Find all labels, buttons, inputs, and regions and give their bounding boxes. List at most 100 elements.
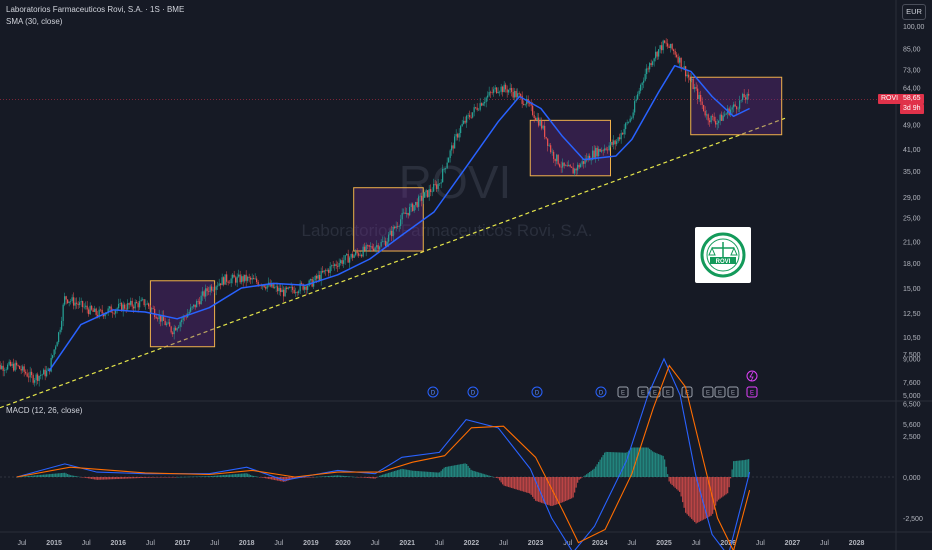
time-tick-label: 2021: [399, 540, 415, 547]
candle-body: [328, 269, 330, 273]
candle-body: [689, 77, 691, 81]
candle-body: [70, 300, 72, 302]
macd-histogram-bar: [661, 455, 663, 477]
macd-histogram-bar: [644, 447, 646, 477]
candle-body: [664, 40, 666, 43]
candle-body: [557, 154, 559, 165]
macd-histogram-bar: [671, 477, 673, 486]
macd-histogram-bar: [487, 475, 489, 477]
macd-indicator-label[interactable]: MACD (12, 26, close): [6, 406, 82, 415]
macd-histogram-bar: [401, 468, 403, 477]
consolidation-box[interactable]: [149, 280, 216, 348]
chart-canvas[interactable]: ROVI Laboratorios Farmaceuticos Rovi, S.A…: [0, 0, 932, 550]
macd-histogram-bar: [730, 477, 732, 479]
macd-histogram-bar: [79, 476, 81, 478]
candle-body: [194, 304, 196, 308]
candle-body: [644, 74, 646, 81]
candle-body: [118, 303, 120, 309]
candle-body: [707, 114, 709, 121]
candle-body: [221, 277, 223, 286]
symbol-title[interactable]: Laboratorios Farmaceuticos Rovi, S.A. · …: [6, 5, 184, 14]
macd-histogram-bar: [470, 469, 472, 477]
candle-body: [566, 165, 568, 167]
candle-body: [176, 328, 178, 331]
time-tick-label: Jul: [210, 540, 219, 547]
candle-body: [280, 288, 282, 293]
candle-body: [238, 274, 240, 277]
candle-body: [295, 292, 297, 294]
macd-histogram-bar: [176, 477, 178, 478]
macd-histogram-bar: [326, 476, 328, 477]
macd-histogram-bar: [125, 477, 127, 479]
macd-histogram-bar: [160, 477, 162, 478]
candle-body: [278, 288, 280, 292]
macd-histogram-bar: [374, 477, 376, 479]
macd-histogram-bar: [437, 472, 439, 477]
macd-histogram-bar: [226, 474, 228, 477]
macd-histogram-bar: [451, 465, 453, 477]
candle-body: [346, 254, 348, 256]
candle-body: [503, 84, 505, 93]
macd-histogram-bar: [25, 476, 27, 477]
candle-body: [460, 126, 462, 134]
candle-body: [656, 51, 658, 57]
macd-histogram-bar: [373, 477, 375, 479]
candle-body: [296, 292, 298, 293]
candle-body: [2, 365, 4, 371]
macd-histogram-bar: [499, 477, 501, 481]
candle-body: [389, 230, 391, 235]
macd-histogram-bar: [230, 474, 232, 477]
macd-histogram-bar: [268, 477, 270, 479]
candle-body: [643, 80, 645, 83]
candle-body: [229, 282, 231, 284]
macd-histogram-bar: [740, 460, 742, 477]
macd-histogram-bar: [688, 477, 690, 516]
candle-body: [418, 196, 420, 207]
macd-histogram-bar: [310, 477, 312, 478]
macd-histogram-bar: [338, 475, 340, 477]
macd-histogram-bar: [721, 477, 723, 498]
macd-histogram-bar: [115, 477, 117, 480]
candle-body: [398, 225, 400, 227]
macd-histogram-bar: [589, 472, 591, 477]
macd-histogram-bar: [727, 477, 729, 494]
macd-histogram-bar: [77, 476, 79, 478]
macd-histogram-bar: [133, 477, 135, 479]
macd-histogram-bar: [320, 476, 322, 477]
macd-histogram-bar: [692, 477, 694, 521]
candle-body: [44, 369, 46, 377]
candle-body: [632, 112, 634, 118]
candle-body: [323, 270, 325, 273]
candle-body: [541, 120, 543, 129]
sma-indicator-label[interactable]: SMA (30, close): [6, 17, 62, 26]
candle-body: [319, 274, 321, 281]
candle-body: [37, 374, 39, 381]
macd-histogram-bar: [602, 454, 604, 477]
macd-histogram-bar: [562, 477, 564, 503]
macd-histogram-bar: [664, 459, 666, 477]
candle-body: [440, 182, 442, 184]
time-tick-label: Jul: [18, 540, 27, 547]
macd-histogram-bar: [446, 466, 448, 477]
candle-body: [370, 246, 372, 247]
macd-histogram-bar: [505, 477, 507, 487]
candle-body: [640, 85, 642, 91]
candle-body: [247, 276, 249, 281]
candle-body: [203, 291, 205, 297]
candle-body: [424, 192, 426, 198]
candle-body: [337, 265, 339, 267]
macd-histogram-bar: [598, 461, 600, 477]
candle-body: [101, 309, 103, 314]
candle-body: [455, 134, 457, 137]
macd-histogram-bar: [367, 477, 369, 478]
candle-body: [475, 107, 477, 108]
candle-body: [361, 254, 363, 257]
candle-body: [575, 168, 577, 171]
candle-body: [479, 103, 481, 110]
macd-histogram-bar: [403, 469, 405, 477]
macd-histogram-bar: [124, 477, 126, 479]
macd-histogram-bar: [478, 472, 480, 477]
candle-body: [709, 120, 711, 123]
consolidation-box[interactable]: [690, 76, 783, 136]
currency-button[interactable]: EUR: [902, 4, 926, 20]
